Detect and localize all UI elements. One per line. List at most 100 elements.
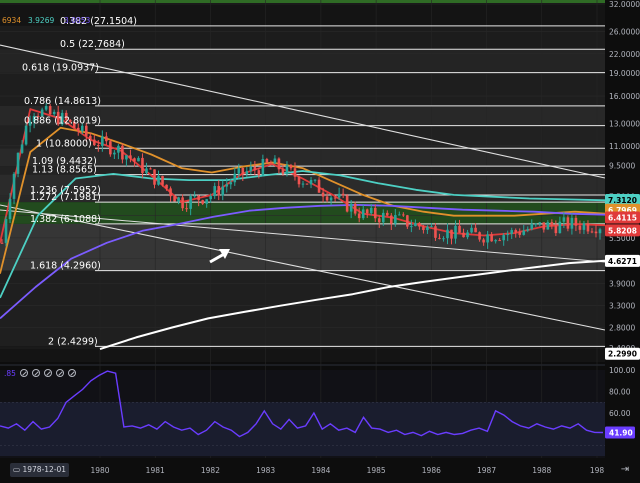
candle-body: [498, 240, 501, 242]
candle-body: [261, 158, 265, 176]
fibonacci-level-label: 1.618 (4.2960): [30, 261, 101, 272]
indicator-axis-tick-label: 100.00: [609, 366, 635, 375]
candle-body: [454, 225, 457, 239]
candle-body: [329, 197, 333, 201]
visibility-icon[interactable]: [43, 369, 52, 377]
candle-body: [213, 186, 217, 197]
candle-body: [325, 196, 329, 201]
candle-body: [422, 226, 425, 231]
visibility-icon[interactable]: [67, 369, 76, 377]
candle-body: [161, 176, 164, 185]
fib-zone: [0, 270, 605, 347]
candle-body: [125, 155, 128, 160]
price-axis-tick-label: 3.3000: [609, 302, 635, 311]
candle-body: [313, 179, 317, 181]
price-axis-tick-label: 32.0000: [609, 0, 640, 9]
candle-body: [133, 158, 136, 162]
candle-body: [177, 197, 180, 202]
candle-body: [598, 229, 602, 234]
candle-body: [84, 125, 88, 136]
time-axis-tick-label: 1986: [422, 466, 441, 475]
time-axis-tick-label: 1987: [477, 466, 496, 475]
candle-body: [522, 230, 526, 235]
candle-body: [24, 125, 28, 145]
time-axis-tick-label: 1982: [201, 466, 220, 475]
candle-body: [305, 183, 309, 185]
candle-body: [562, 217, 566, 222]
candle-body: [257, 170, 261, 176]
candle-body: [185, 208, 188, 210]
candle-body: [241, 167, 245, 175]
candle-body: [309, 179, 313, 185]
candle-body: [518, 232, 522, 235]
candle-body: [450, 229, 453, 239]
indicator-value: 41.90: [609, 428, 633, 437]
price-axis-tick-label: 13.0000: [609, 120, 640, 129]
time-axis-tick-label: 1981: [146, 466, 165, 475]
candle-body: [506, 233, 509, 236]
candle-body: [365, 209, 369, 214]
price-tag-value: 6.4115: [608, 214, 637, 223]
candle-body: [530, 223, 534, 230]
candle-body: [76, 127, 80, 132]
candle-body: [233, 173, 237, 183]
candle-body: [462, 232, 465, 238]
fibonacci-level-label: 0.786 (14.8613): [24, 96, 101, 107]
time-axis[interactable]: 1980 1981 1982 1983 1984 1985 1986 1987 1988 198: [0, 460, 640, 483]
candle-body: [193, 195, 196, 197]
candle-body: [446, 229, 449, 239]
candle-body: [570, 217, 574, 229]
candle-body: [341, 193, 345, 196]
candle-body: [149, 168, 152, 170]
time-axis-tick-label: 1980: [90, 466, 109, 475]
candle-body: [353, 203, 357, 214]
candle-body: [554, 225, 558, 234]
price-tag-value: 7.3120: [608, 196, 637, 205]
candle-body: [293, 168, 297, 177]
candle-body: [546, 222, 550, 230]
candle-body: [486, 234, 489, 243]
visibility-icon[interactable]: [55, 369, 64, 377]
candle-body: [394, 215, 397, 224]
candle-body: [434, 226, 437, 238]
candle-body: [273, 158, 277, 164]
candle-body: [402, 214, 405, 216]
visibility-icon[interactable]: [19, 369, 28, 377]
candle-body: [538, 222, 542, 224]
candle-body: [109, 141, 112, 155]
indicator-legend-values: 6934 3.9269 3.0053: [2, 16, 90, 25]
fibonacci-level-label: 0.5 (22.7684): [60, 39, 125, 50]
candle-body: [317, 179, 321, 193]
candle-body: [225, 184, 229, 187]
candle-body: [590, 231, 594, 233]
goto-realtime-icon[interactable]: ⇥: [618, 464, 632, 476]
price-axis-tick-label: 3.9000: [609, 280, 635, 289]
candle-body: [349, 203, 353, 212]
start-date-label[interactable]: ▭ 1978-12-01: [10, 463, 70, 477]
candle-body: [277, 158, 281, 170]
candle-body: [245, 171, 249, 175]
candle-body: [438, 237, 441, 239]
candle-body: [229, 182, 233, 185]
candle-body: [418, 222, 421, 227]
fibonacci-level-label: 2 (2.4299): [48, 336, 98, 347]
fibonacci-level-label: 1.382 (6.1088): [30, 214, 101, 225]
candle-body: [121, 145, 124, 160]
candle-body: [217, 186, 221, 196]
candle-body: [269, 162, 273, 164]
candle-body: [478, 232, 481, 240]
candle-body: [137, 157, 140, 162]
visibility-icon[interactable]: [31, 369, 40, 377]
candle-body: [153, 169, 156, 185]
candle-body: [534, 223, 538, 225]
candle-body: [430, 226, 433, 228]
time-axis-tick-label: 1988: [532, 466, 551, 475]
candle-body: [406, 215, 409, 227]
candle-body: [574, 217, 578, 226]
candle-body: [373, 207, 377, 219]
candle-body: [377, 218, 381, 223]
candle-body: [237, 167, 241, 174]
legend-value: 6934: [2, 16, 21, 25]
candle-body: [201, 200, 204, 204]
candle-body: [289, 165, 293, 169]
